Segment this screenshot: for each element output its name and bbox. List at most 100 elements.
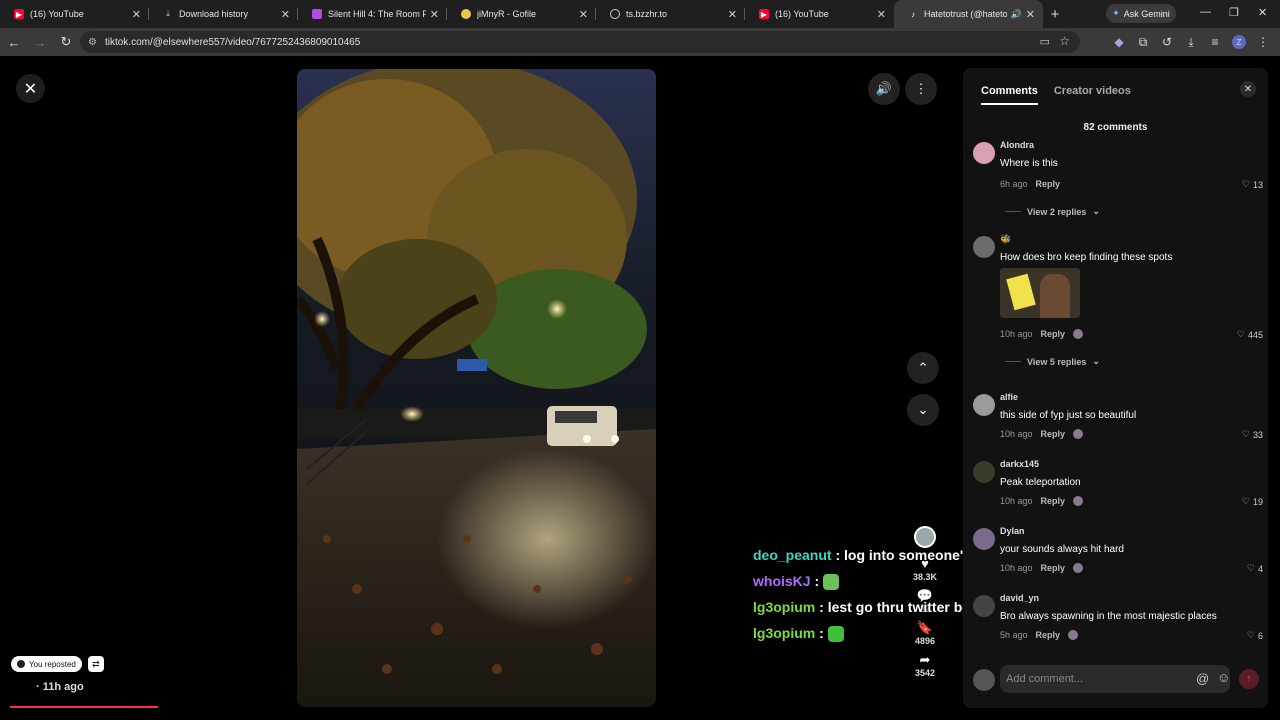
comment-username[interactable]: alfie (1000, 392, 1018, 402)
comment-like-count: 6 (1257, 630, 1263, 641)
heart-outline-icon: ♡ (1241, 429, 1250, 439)
comment-text: Where is this (1000, 158, 1058, 169)
close-tab-icon[interactable]: ✕ (281, 8, 290, 21)
mention-icon[interactable]: @ (1196, 671, 1209, 686)
close-video-button[interactable]: ✕ (16, 74, 45, 103)
new-tab-button[interactable]: + (1043, 2, 1067, 26)
reply-button[interactable]: Reply (1041, 329, 1066, 339)
previous-video-button[interactable]: ⌃ (907, 352, 939, 384)
close-panel-icon[interactable]: ✕ (1240, 81, 1256, 97)
creator-liked-avatar (1073, 329, 1084, 339)
download-toolbar-icon[interactable]: ⤓ (1184, 35, 1198, 49)
user-avatar (17, 660, 25, 668)
tab-tiktok[interactable]: ♪ Hatetotrust (@hatetotru 🔊 ✕ (894, 0, 1043, 28)
comments-panel: Comments Creator videos ✕ 82 comments Al… (963, 68, 1268, 708)
commenter-avatar[interactable] (973, 142, 995, 164)
reload-icon[interactable]: ↻ (54, 30, 78, 54)
menu-icon[interactable]: ⋮ (1256, 35, 1270, 49)
send-comment-button[interactable]: ↑ (1239, 669, 1259, 689)
repost-label: You reposted (29, 659, 76, 669)
comment-text: this side of fyp just so beautiful (1000, 410, 1137, 421)
view-replies-button[interactable]: View 5 replies ⌄ (1005, 356, 1100, 367)
close-tab-icon[interactable]: ✕ (728, 8, 737, 21)
maximize-icon[interactable]: ❐ (1229, 6, 1239, 19)
repost-badge[interactable]: You reposted (11, 656, 82, 672)
close-tab-icon[interactable]: ✕ (132, 8, 141, 21)
reply-button[interactable]: Reply (1036, 630, 1061, 640)
comment-like[interactable]: ♡ 33 (1242, 429, 1263, 440)
bookmark-star-icon[interactable]: ☆ (1059, 34, 1070, 48)
creator-liked-avatar (1068, 630, 1079, 640)
ask-gemini-button[interactable]: ✦ Ask Gemini (1106, 4, 1176, 23)
reply-button[interactable]: Reply (1041, 496, 1066, 506)
share-action[interactable]: ➦ 3542 (910, 652, 940, 678)
add-comment-bar: @ ☺ ↑ (973, 665, 1263, 695)
profile-avatar[interactable]: Z (1232, 35, 1246, 49)
comment-like[interactable]: ♡ 6 (1247, 630, 1263, 641)
comment-like-count: 445 (1247, 329, 1263, 340)
back-icon[interactable]: ← (2, 30, 26, 54)
commenter-avatar[interactable] (973, 394, 995, 416)
tab-silent-hill[interactable]: Silent Hill 4: The Room Free ✕ (298, 0, 447, 28)
comment-username[interactable]: Dylan (1000, 526, 1025, 536)
video-progress-bar[interactable] (10, 706, 158, 708)
repost-icon[interactable]: ⇄ (87, 656, 104, 672)
video-player[interactable] (297, 69, 656, 707)
close-tab-icon[interactable]: ✕ (430, 8, 439, 21)
heart-outline-icon: ♡ (1241, 496, 1250, 506)
comment-like[interactable]: ♡ 445 (1237, 329, 1263, 340)
tab-youtube-2[interactable]: ▶ (16) YouTube ✕ (745, 0, 894, 28)
comment-username[interactable]: david_yn (1000, 593, 1039, 603)
cast-icon[interactable]: ▭ (1040, 35, 1050, 48)
comment-image[interactable] (1000, 268, 1080, 318)
close-tab-icon[interactable]: ✕ (579, 8, 588, 21)
panel-tabs: Comments Creator videos (981, 85, 1131, 105)
commenter-avatar[interactable] (973, 236, 995, 258)
view-replies-label: View 2 replies (1027, 206, 1087, 217)
tab-title: Hatetotrust (@hatetotru (924, 9, 1007, 19)
tab-comments[interactable]: Comments (981, 85, 1038, 105)
commenter-avatar[interactable] (973, 595, 995, 617)
tab-title: jiMnyR - Gofile (477, 9, 537, 19)
arrow-up-icon: ↑ (1246, 673, 1252, 685)
comment-like[interactable]: ♡ 4 (1247, 563, 1263, 574)
commenter-avatar[interactable] (973, 528, 995, 550)
comment-like[interactable]: ♡ 13 (1242, 179, 1263, 190)
mute-tab-icon[interactable]: 🔊 (1011, 9, 1022, 20)
chat-user: lg3opium (753, 599, 816, 615)
volume-button[interactable]: 🔊 (868, 73, 900, 105)
comment-time: 10h ago (1000, 429, 1033, 439)
extension-icon[interactable]: ◆ (1112, 35, 1126, 49)
chat-user: lg3opium (753, 625, 816, 641)
reply-button[interactable]: Reply (1041, 429, 1066, 439)
comment-username[interactable]: 🐝 (1000, 234, 1011, 245)
view-replies-button[interactable]: View 2 replies ⌄ (1005, 206, 1100, 217)
tab-download-history[interactable]: ⤓ Download history ✕ (149, 0, 298, 28)
tiktok-icon: ♪ (911, 9, 915, 19)
emoji-icon[interactable]: ☺ (1217, 670, 1230, 685)
puzzle-icon[interactable]: ⧉ (1136, 35, 1150, 49)
comment-like[interactable]: ♡ 19 (1242, 496, 1263, 507)
site-info-icon[interactable]: ⚙ (88, 37, 97, 48)
chevron-up-icon: ⌃ (917, 360, 929, 375)
forward-icon[interactable]: → (28, 30, 52, 54)
minimize-icon[interactable]: — (1200, 6, 1211, 18)
close-tab-icon[interactable]: ✕ (1026, 8, 1035, 21)
tab-bzzhr[interactable]: ts.bzzhr.to ✕ (596, 0, 745, 28)
close-tab-icon[interactable]: ✕ (877, 8, 886, 21)
history-icon[interactable]: ↺ (1160, 35, 1174, 49)
tab-youtube-1[interactable]: ▶ (16) YouTube ✕ (0, 0, 149, 28)
tab-gofile[interactable]: jiMnyR - Gofile ✕ (447, 0, 596, 28)
comment-username[interactable]: Alondra (1000, 140, 1034, 150)
reading-list-icon[interactable]: ≡ (1208, 35, 1222, 49)
commenter-avatar[interactable] (973, 461, 995, 483)
reply-button[interactable]: Reply (1041, 563, 1066, 573)
comment-username[interactable]: darkx145 (1000, 459, 1039, 469)
next-video-button[interactable]: ⌄ (907, 394, 939, 426)
close-window-icon[interactable]: ✕ (1258, 6, 1267, 19)
tab-creator-videos[interactable]: Creator videos (1054, 85, 1131, 105)
comment-meta: 10h ago Reply (1000, 563, 1084, 573)
more-options-button[interactable]: ⋮ (905, 73, 937, 105)
address-bar[interactable]: ⚙ tiktok.com/@elsewhere557/video/7677252… (80, 31, 1080, 53)
reply-button[interactable]: Reply (1036, 179, 1061, 189)
